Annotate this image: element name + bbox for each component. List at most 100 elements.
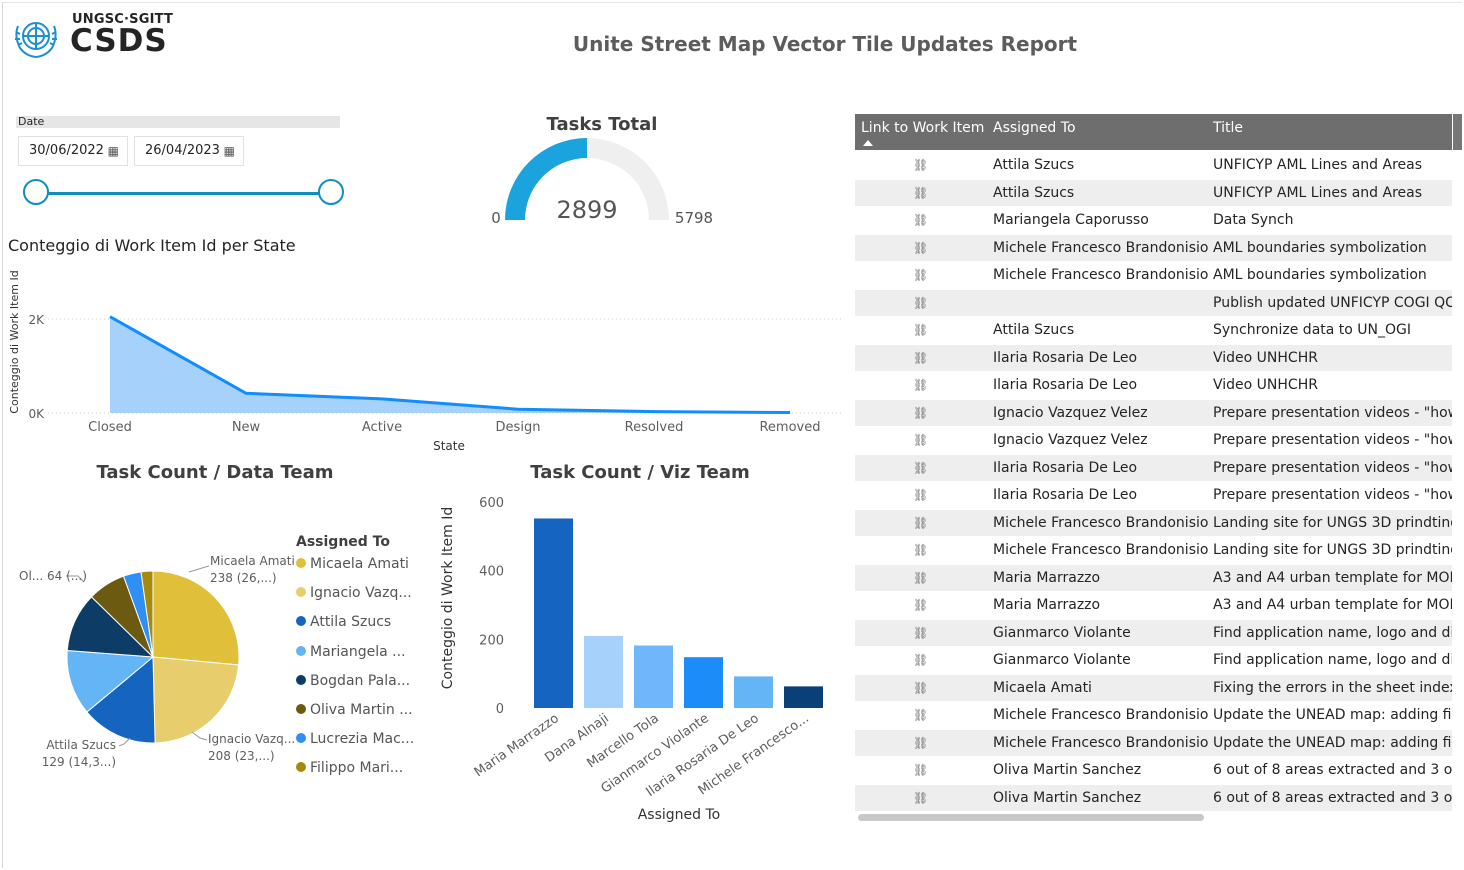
link-icon[interactable]: ⛓ xyxy=(913,785,928,812)
start-date-input[interactable]: 30/06/2022 ▦ xyxy=(18,136,128,166)
legend-item[interactable]: Bogdan Pala... xyxy=(296,671,426,700)
table-row[interactable]: ⛓ Attila Szucs Synchronize data to UN_OGI xyxy=(855,317,1452,345)
table-row[interactable]: ⛓ Oliva Martin Sanchez 6 out of 8 areas ex… xyxy=(855,784,1452,812)
un-emblem-icon xyxy=(15,22,57,58)
legend-swatch xyxy=(296,733,306,744)
link-icon[interactable]: ⛓ xyxy=(913,345,928,372)
table-row[interactable]: ⛓ Michele Francesco Brandonisio AML bounda… xyxy=(855,262,1452,290)
title-cell: 6 out of 8 areas extracted and 3 of t xyxy=(1213,762,1452,778)
link-icon[interactable]: ⛓ xyxy=(913,400,928,427)
table-row[interactable]: ⛓ Michele Francesco Brandonisio AML bounda… xyxy=(855,234,1452,262)
legend-item[interactable]: Oliva Martin ... xyxy=(296,700,426,729)
link-icon[interactable]: ⛓ xyxy=(913,620,928,647)
bar[interactable] xyxy=(784,686,823,708)
table-row[interactable]: ⛓ Michele Francesco Brandonisio Landing si… xyxy=(855,537,1452,565)
link-icon[interactable]: ⛓ xyxy=(913,427,928,454)
bar-x-axis-label: Assigned To xyxy=(638,807,721,823)
calendar-icon[interactable]: ▦ xyxy=(224,137,235,165)
table-row[interactable]: ⛓ Ilaria Rosaria De Leo Video UNHCHR xyxy=(855,344,1452,372)
link-icon[interactable]: ⛓ xyxy=(913,455,928,482)
table-horizontal-scrollbar[interactable] xyxy=(858,814,1204,821)
tasks-total-gauge[interactable]: 2899 0 5798 xyxy=(480,136,730,236)
bar[interactable] xyxy=(584,635,623,708)
end-date-input[interactable]: 26/04/2023 ▦ xyxy=(134,136,244,166)
bar[interactable] xyxy=(634,645,673,708)
bar[interactable] xyxy=(534,518,573,708)
date-range-track[interactable] xyxy=(36,192,331,195)
assigned-to-cell: Attila Szucs xyxy=(993,184,1075,201)
work-items-table[interactable]: Link to Work Item Assigned To Title ⛓ Att… xyxy=(855,114,1463,826)
title-cell: UNFICYP AML Lines and Areas xyxy=(1213,157,1423,173)
legend-label: Oliva Martin ... xyxy=(310,701,413,718)
legend-item[interactable]: Ignacio Vazq... xyxy=(296,583,426,612)
assigned-to-cell: Attila Szucs xyxy=(993,157,1075,173)
legend-item[interactable]: Filippo Mari... xyxy=(296,758,426,787)
legend-label: Filippo Mari... xyxy=(310,760,404,777)
link-icon[interactable]: ⛓ xyxy=(913,317,928,344)
table-row[interactable]: ⛓ Michele Francesco Brandonisio Update the… xyxy=(855,729,1452,757)
table-vertical-scrollbar-thumb[interactable] xyxy=(1453,114,1462,150)
sort-ascending-icon[interactable] xyxy=(863,140,873,146)
assigned-to-cell: Micaela Amati xyxy=(993,679,1092,696)
pie-slice[interactable] xyxy=(152,656,240,744)
table-row[interactable]: ⛓ Oliva Martin Sanchez 6 out of 8 areas ex… xyxy=(855,757,1452,785)
column-header-link[interactable]: Link to Work Item xyxy=(861,120,984,136)
table-body: ⛓ Attila Szucs UNFICYP AML Lines and Areas… xyxy=(855,152,1452,812)
bar[interactable] xyxy=(684,657,723,708)
pie-data-label: Ol... 64 (...) xyxy=(19,569,87,583)
state-area-chart[interactable]: Closed New Active Design Resolved Removed 0K 2… xyxy=(4,262,849,457)
table-row[interactable]: ⛓ Ilaria Rosaria De Leo Prepare presentati… xyxy=(855,454,1452,482)
table-row[interactable]: ⛓ Attila Szucs UNFICYP AML Lines and Areas xyxy=(855,152,1452,180)
link-icon[interactable]: ⛓ xyxy=(913,592,928,619)
legend-item[interactable]: Lucrezia Mac... xyxy=(296,729,426,758)
area-x-tick-label: Resolved xyxy=(625,420,684,435)
table-row[interactable]: ⛓ Ilaria Rosaria De Leo Prepare presentati… xyxy=(855,482,1452,510)
date-range-end-handle[interactable] xyxy=(318,179,344,205)
data-team-pie-chart[interactable]: Micaela Amati 238 (26,...) Ignacio Vazq...… xyxy=(4,500,304,790)
link-icon[interactable]: ⛓ xyxy=(913,730,928,757)
link-icon[interactable]: ⛓ xyxy=(913,207,928,234)
table-row[interactable]: ⛓ Attila Szucs UNFICYP AML Lines and Areas xyxy=(855,179,1452,207)
title-cell: Prepare presentation videos - "how xyxy=(1213,487,1452,503)
table-row[interactable]: ⛓ Micaela Amati Fixing the errors in the s… xyxy=(855,674,1452,702)
logo-wordmark: CSDS xyxy=(70,23,168,59)
area-y-axis-label: Conteggio di Work Item Id xyxy=(8,270,21,413)
link-icon[interactable]: ⛓ xyxy=(913,675,928,702)
link-icon[interactable]: ⛓ xyxy=(913,262,928,289)
link-icon[interactable]: ⛓ xyxy=(913,565,928,592)
link-icon[interactable]: ⛓ xyxy=(913,290,928,317)
table-row[interactable]: ⛓ Ignacio Vazquez Velez Prepare presentati… xyxy=(855,427,1452,455)
date-range-start-handle[interactable] xyxy=(23,179,49,205)
link-icon[interactable]: ⛓ xyxy=(913,510,928,537)
link-icon[interactable]: ⛓ xyxy=(913,647,928,674)
table-row[interactable]: ⛓ Maria Marrazzo A3 and A4 urban template … xyxy=(855,592,1452,620)
legend-item[interactable]: Attila Szucs xyxy=(296,612,426,641)
viz-team-bar-chart[interactable]: 0200400600 Maria MarrazzoDana AlnajiMarc… xyxy=(430,488,850,833)
table-row[interactable]: ⛓ Mariangela Caporusso Data Synch xyxy=(855,207,1452,235)
table-row[interactable]: ⛓ Maria Marrazzo A3 and A4 urban template … xyxy=(855,564,1452,592)
legend-item[interactable]: Mariangela ... xyxy=(296,642,426,671)
link-icon[interactable]: ⛓ xyxy=(913,537,928,564)
link-icon[interactable]: ⛓ xyxy=(913,702,928,729)
table-row[interactable]: ⛓ Ignacio Vazquez Velez Prepare presentati… xyxy=(855,399,1452,427)
table-row[interactable]: ⛓ Michele Francesco Brandonisio Landing si… xyxy=(855,509,1452,537)
bar[interactable] xyxy=(734,676,773,708)
date-slicer[interactable]: Date 30/06/2022 ▦ 26/04/2023 ▦ xyxy=(16,114,344,214)
assigned-to-cell: Michele Francesco Brandonisio xyxy=(993,707,1208,723)
link-icon[interactable]: ⛓ xyxy=(913,482,928,509)
table-row[interactable]: ⛓ Gianmarco Violante Find application name… xyxy=(855,619,1452,647)
legend-item[interactable]: Micaela Amati xyxy=(296,554,426,583)
link-icon[interactable]: ⛓ xyxy=(913,180,928,207)
table-row[interactable]: ⛓ Publish updated UNFICYP COGI QC xyxy=(855,289,1452,317)
table-row[interactable]: ⛓ Gianmarco Violante Find application name… xyxy=(855,647,1452,675)
calendar-icon[interactable]: ▦ xyxy=(108,137,119,165)
table-row[interactable]: ⛓ Ilaria Rosaria De Leo Video UNHCHR xyxy=(855,372,1452,400)
link-icon[interactable]: ⛓ xyxy=(913,152,928,179)
link-icon[interactable]: ⛓ xyxy=(913,235,928,262)
table-row[interactable]: ⛓ Michele Francesco Brandonisio Update the… xyxy=(855,702,1452,730)
column-header-title[interactable]: Title xyxy=(1213,120,1243,136)
link-icon[interactable]: ⛓ xyxy=(913,372,928,399)
link-icon[interactable]: ⛓ xyxy=(913,757,928,784)
pie-slice[interactable] xyxy=(152,570,240,666)
column-header-assigned[interactable]: Assigned To xyxy=(993,120,1076,136)
